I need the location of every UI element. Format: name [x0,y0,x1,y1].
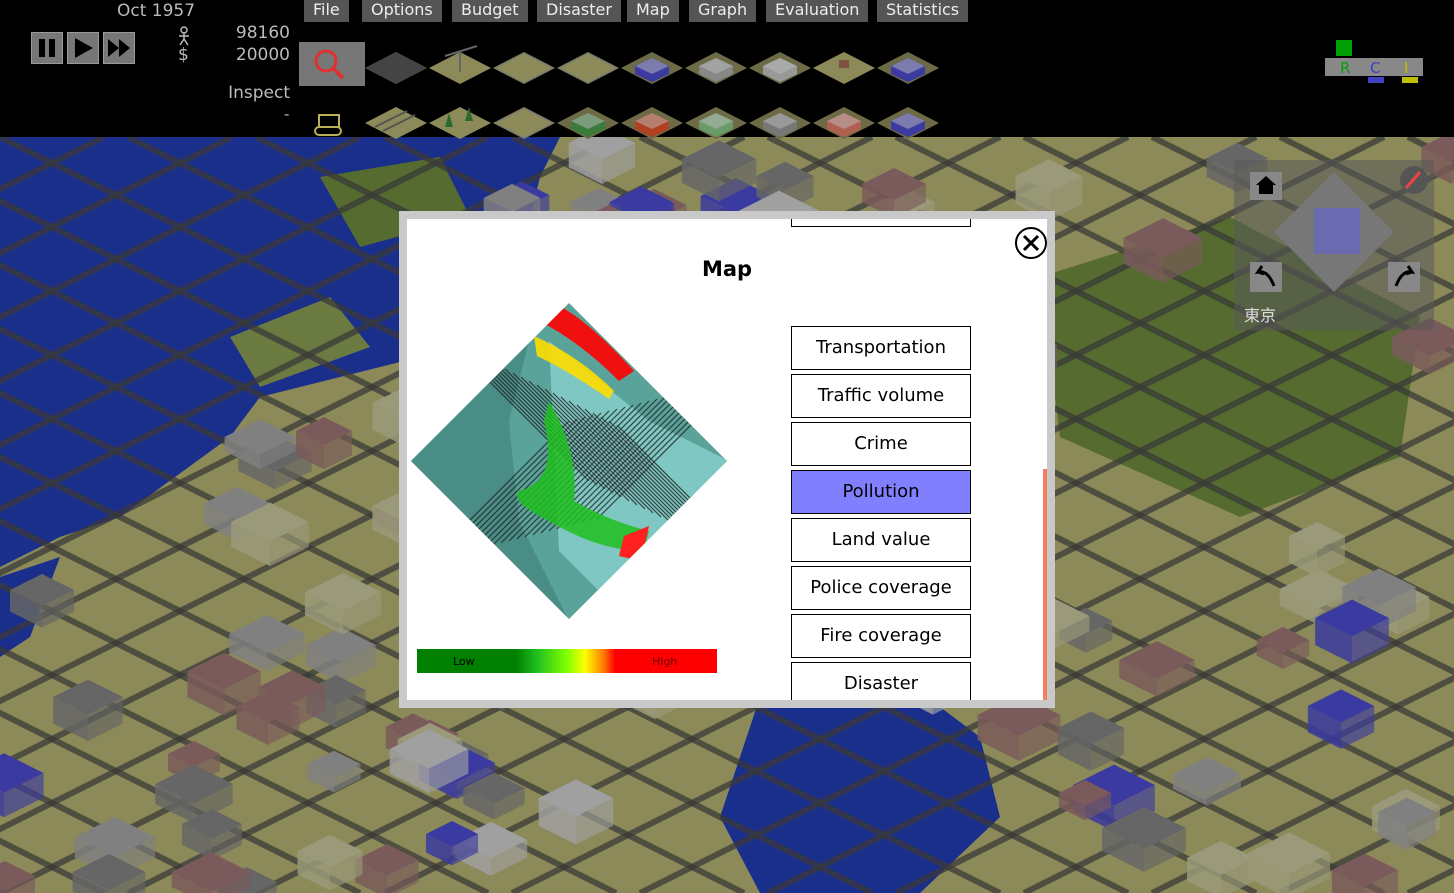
airport-icon [685,52,747,84]
rotate-right-icon[interactable] [1388,262,1420,292]
power-line-icon [429,45,491,84]
commercial-zone-icon [493,107,555,139]
tool-power-plant[interactable] [747,42,813,86]
rci-c-label: C [1370,59,1380,77]
rci-r-label: R [1340,59,1350,77]
tool-factory[interactable] [747,97,813,141]
toolbar: Oct 1957 $ 98160 20000 Inspect - File Op… [0,0,1454,139]
seaport-icon [685,107,747,139]
road-icon [365,52,427,84]
menu-file[interactable]: File [304,0,349,22]
menu-options[interactable]: Options [362,0,442,22]
tool-seaport[interactable] [683,97,749,141]
tool-police-station[interactable] [619,42,685,86]
house-icon [813,52,875,84]
residential-zone-icon [493,52,555,84]
fast-forward-button[interactable] [103,32,135,64]
legend-low-label: Low [453,655,475,668]
fast-forward-icon [108,39,130,57]
map-option-police-coverage[interactable]: Police coverage [791,566,971,610]
pause-icon [39,39,55,57]
viewport-indicator[interactable] [1314,208,1360,254]
map-option-traffic-volume[interactable]: Traffic volume [791,374,971,418]
game-date: Oct 1957 [117,1,196,21]
factory-icon [749,107,811,139]
map-option-disaster[interactable]: Disaster [791,662,971,700]
tool-power-line[interactable] [427,42,493,86]
hospital-icon [877,107,939,139]
tool-park[interactable] [555,97,621,141]
population-value: 98160 [235,23,290,43]
power-plant-icon [749,52,811,84]
overview-minimap[interactable] [409,301,729,621]
legend-high-label: High [652,655,678,668]
tool-residential-zone[interactable] [491,42,557,86]
park-icon [557,107,619,139]
menu-budget[interactable]: Budget [452,0,528,22]
tool-road[interactable] [363,42,429,86]
rail-icon [365,107,427,139]
tool-school[interactable] [811,97,877,141]
funds-value: 20000 [235,45,290,65]
inspect-icon [314,49,345,80]
dialog-title: Map [701,257,753,281]
map-option-land-value[interactable]: Land value [791,518,971,562]
school-icon [813,107,875,139]
close-icon [1022,234,1040,252]
tool-house[interactable] [811,42,877,86]
menu-map[interactable]: Map [627,0,679,22]
tool-bulldozer[interactable] [299,97,365,141]
residential-demand-bar [1336,40,1352,56]
close-button[interactable] [1015,227,1047,259]
industrial-demand-bar [1402,77,1418,83]
map-option-fire-coverage[interactable]: Fire coverage [791,614,971,658]
map-dialog: Map Low High Transportation Traffic volu… [399,211,1055,708]
funds-icon: $ [178,45,189,65]
menu-statistics[interactable]: Statistics [877,0,969,22]
play-icon [75,38,93,58]
menu-evaluation[interactable]: Evaluation [766,0,869,22]
tool-rail[interactable] [363,97,429,141]
commercial-demand-bar [1368,77,1384,83]
tool-forest[interactable] [427,97,493,141]
rotate-left-icon[interactable] [1250,262,1282,292]
tool-inspect[interactable] [299,42,365,86]
tool-stadium[interactable] [875,42,941,86]
rci-demand-indicator: R C I [1323,40,1425,83]
rci-i-label: I [1404,59,1408,77]
tool-fire-station[interactable] [619,97,685,141]
map-option-transportation[interactable]: Transportation [791,326,971,370]
population-icon [179,26,189,46]
tool-hospital[interactable] [875,97,941,141]
bulldozer-icon [314,114,342,136]
map-option-partial[interactable] [791,219,971,227]
options-scrollbar[interactable] [1043,469,1047,700]
tool-airport[interactable] [683,42,749,86]
tool-industrial-zone[interactable] [555,42,621,86]
industrial-zone-icon [557,52,619,84]
map-option-crime[interactable]: Crime [791,422,971,466]
selected-tool-name: Inspect [228,83,290,103]
play-button[interactable] [67,32,99,64]
tool-commercial-zone[interactable] [491,97,557,141]
menu-disaster[interactable]: Disaster [537,0,621,22]
pause-button[interactable] [31,32,63,64]
forest-icon [429,107,491,139]
stadium-icon [877,52,939,84]
map-option-pollution[interactable]: Pollution [791,470,971,514]
fire-station-icon [621,107,683,139]
police-station-icon [621,52,683,84]
menu-graph[interactable]: Graph [689,0,757,22]
selected-tool-cost: - [284,105,290,123]
city-name-label: 東京 [1244,306,1277,325]
